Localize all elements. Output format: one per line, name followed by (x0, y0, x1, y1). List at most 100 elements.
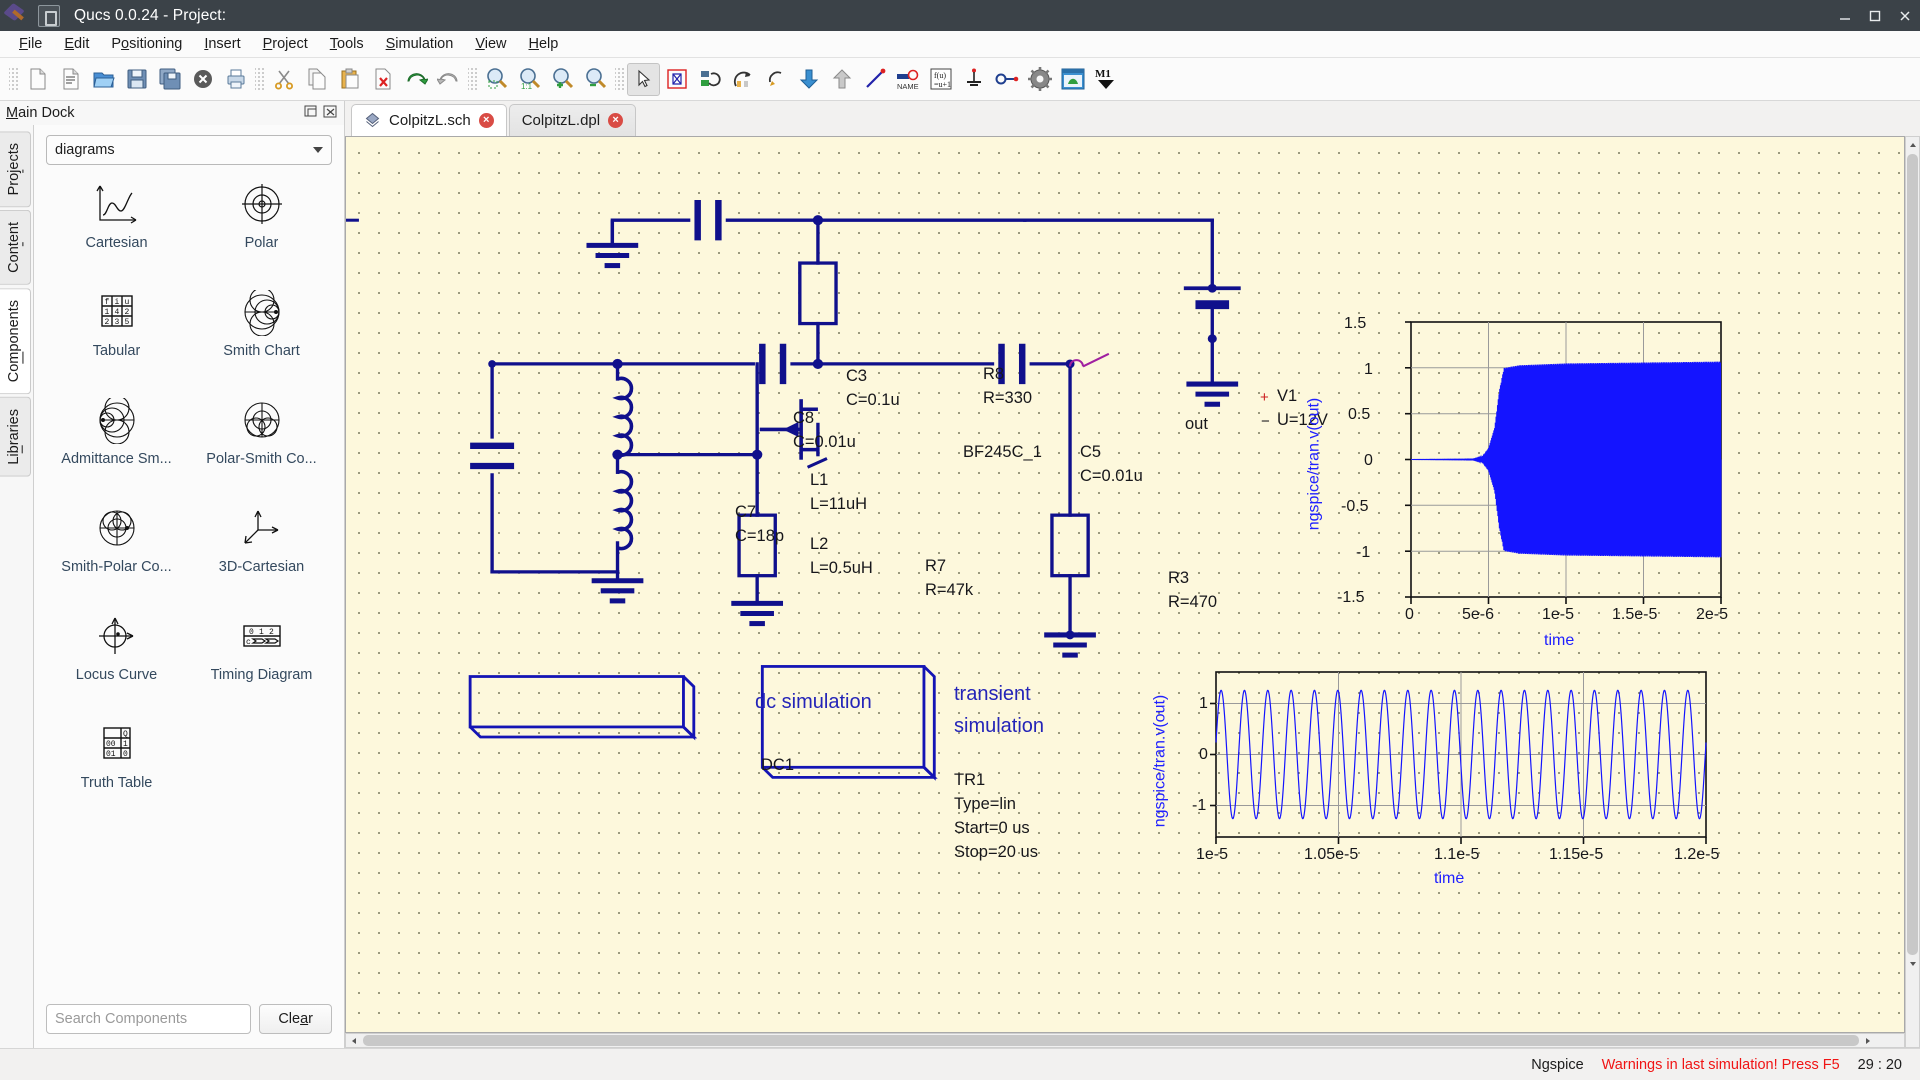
copy-icon[interactable] (300, 63, 333, 96)
component-truth-table[interactable]: Q 00 1 01 0 Truth Table (44, 719, 189, 815)
sidebar-item-content[interactable]: Content (0, 210, 31, 286)
schematic-canvas[interactable]: C3 C=0.1u C8 C=0.01u C7 C=18p C5 C=0.01u… (345, 136, 1905, 1033)
scroll-right-icon[interactable] (1861, 1033, 1876, 1048)
scroll-up-icon[interactable] (1905, 137, 1920, 152)
sim-tr-param-type: Type=lin (954, 795, 1016, 813)
hscroll-thumb[interactable] (363, 1035, 1859, 1046)
component-smith-polar[interactable]: Smith-Polar Co... (44, 503, 189, 599)
zoom-in-icon[interactable] (546, 63, 579, 96)
menu-simulation[interactable]: Simulation (375, 33, 465, 55)
sidebar-item-components[interactable]: Components (0, 288, 31, 395)
component-cartesian[interactable]: Cartesian (44, 179, 189, 275)
cartesian-diagram-icon (92, 179, 142, 231)
component-label: Locus Curve (75, 667, 158, 683)
canvas-vscrollbar[interactable] (1905, 136, 1920, 1048)
new-document-icon[interactable] (21, 63, 54, 96)
component-locus-curve[interactable]: Locus Curve (44, 611, 189, 707)
menu-tools[interactable]: Tools (319, 33, 375, 55)
save-all-icon[interactable] (153, 63, 186, 96)
resistor-r8 (798, 261, 838, 326)
clear-button[interactable]: Clear (259, 1004, 332, 1034)
set-marker-icon[interactable] (1023, 63, 1056, 96)
maximize-icon[interactable] (1860, 0, 1890, 31)
vscroll-thumb[interactable] (1907, 154, 1918, 955)
tab-colpitzl-sch[interactable]: ColpitzL.sch × (351, 104, 507, 136)
component-smith-chart[interactable]: Smith Chart (189, 287, 334, 383)
undo-icon[interactable] (399, 63, 432, 96)
chart1-ytick-1: 1 (1364, 361, 1373, 378)
cut-scissors-icon[interactable] (267, 63, 300, 96)
component-polar-smith[interactable]: Polar-Smith Co... (189, 395, 334, 491)
delete-icon[interactable] (366, 63, 399, 96)
chart-transient-full[interactable]: 1.5 1 0.5 0 -0.5 -1 -1.5 0 5e-6 1e-5 1.5… (1305, 307, 1736, 649)
mirror-x-icon[interactable] (726, 63, 759, 96)
tab-label: ColpitzL.dpl (521, 112, 601, 129)
new-text-document-icon[interactable] (54, 63, 87, 96)
menu-project[interactable]: Project (252, 33, 319, 55)
minimize-icon[interactable] (1830, 0, 1860, 31)
select-all-icon[interactable] (660, 63, 693, 96)
svg-text:f: f (104, 298, 109, 307)
scroll-left-icon[interactable] (346, 1033, 361, 1048)
show-last-result-icon[interactable]: M1 (1089, 63, 1122, 96)
component-admittance-smith[interactable]: Admittance Sm... (44, 395, 189, 491)
tab-colpitzl-dpl[interactable]: ColpitzL.dpl × (508, 104, 637, 136)
rotate-icon[interactable] (693, 63, 726, 96)
menu-view[interactable]: View (464, 33, 517, 55)
component-3d-cartesian[interactable]: 3D-Cartesian (189, 503, 334, 599)
label-c7-id: C7 (735, 503, 757, 521)
close-dock-icon[interactable] (323, 104, 338, 119)
chart-transient-zoom[interactable]: 1 0 -1 1e-5 1.05e-5 1.1e-5 1.15e-5 1.2e-… (1151, 662, 1726, 887)
insert-port-icon[interactable] (990, 63, 1023, 96)
menu-help[interactable]: Help (518, 33, 570, 55)
insert-equation-icon[interactable]: f(u) =u+1 (924, 63, 957, 96)
smith-chart-icon (238, 287, 286, 339)
redo-icon[interactable] (432, 63, 465, 96)
category-combobox[interactable]: diagrams (46, 135, 332, 165)
label-r3-value: R=470 (1168, 593, 1218, 611)
chart2-ytick-2: -1 (1192, 797, 1207, 814)
save-icon[interactable] (120, 63, 153, 96)
menu-insert[interactable]: Insert (193, 33, 251, 55)
zoom-out-icon[interactable] (579, 63, 612, 96)
close-tab-icon[interactable]: × (478, 113, 494, 128)
print-icon[interactable] (219, 63, 252, 96)
insert-wire-label-icon[interactable]: NAME (891, 63, 924, 96)
select-arrow-icon[interactable] (627, 62, 660, 96)
search-input[interactable] (46, 1004, 252, 1034)
toolbar-grip[interactable] (9, 66, 18, 92)
go-into-subcircuit-icon[interactable] (792, 63, 825, 96)
component-tabular[interactable]: fiu 142 235 Tabular (44, 287, 189, 383)
status-engine: Ngspice (1531, 1056, 1584, 1073)
component-timing-diagram[interactable]: 012 c Timing Diagram (189, 611, 334, 707)
canvas-hscrollbar[interactable] (345, 1033, 1905, 1048)
mirror-y-icon[interactable] (759, 63, 792, 96)
close-icon[interactable] (1890, 0, 1920, 31)
window-menu-icon[interactable] (38, 4, 60, 27)
chart2-ylabel: ngspice/tran.v(out) (1151, 694, 1169, 828)
menu-file[interactable]: FFileile (8, 33, 53, 55)
pop-out-subcircuit-icon[interactable] (825, 63, 858, 96)
svg-text:f(u): f(u) (934, 71, 946, 80)
zoom-original-icon[interactable]: 1:1 (513, 63, 546, 96)
menu-edit[interactable]: Edit (53, 33, 100, 55)
chevron-down-icon (313, 147, 323, 153)
insert-ground-icon[interactable] (957, 63, 990, 96)
simulate-icon[interactable] (1056, 63, 1089, 96)
paste-icon[interactable] (333, 63, 366, 96)
menu-positioning[interactable]: Positioning (100, 33, 193, 55)
float-dock-icon[interactable] (304, 104, 319, 119)
zoom-area-icon[interactable] (480, 63, 513, 96)
open-folder-icon[interactable] (87, 63, 120, 96)
close-tab-icon[interactable]: × (608, 113, 624, 128)
sidebar-item-projects[interactable]: Projects (0, 131, 31, 208)
schematic-icon (364, 112, 381, 129)
component-polar[interactable]: Polar (189, 179, 334, 275)
sidebar-item-libraries[interactable]: Libraries (0, 397, 31, 478)
statusbar: Ngspice Warnings in last simulation! Pre… (0, 1048, 1920, 1080)
component-label: Polar (244, 235, 279, 251)
svg-text:4: 4 (114, 308, 119, 317)
scroll-down-icon[interactable] (1905, 957, 1920, 972)
insert-wire-icon[interactable] (858, 63, 891, 96)
close-document-icon[interactable] (186, 63, 219, 96)
